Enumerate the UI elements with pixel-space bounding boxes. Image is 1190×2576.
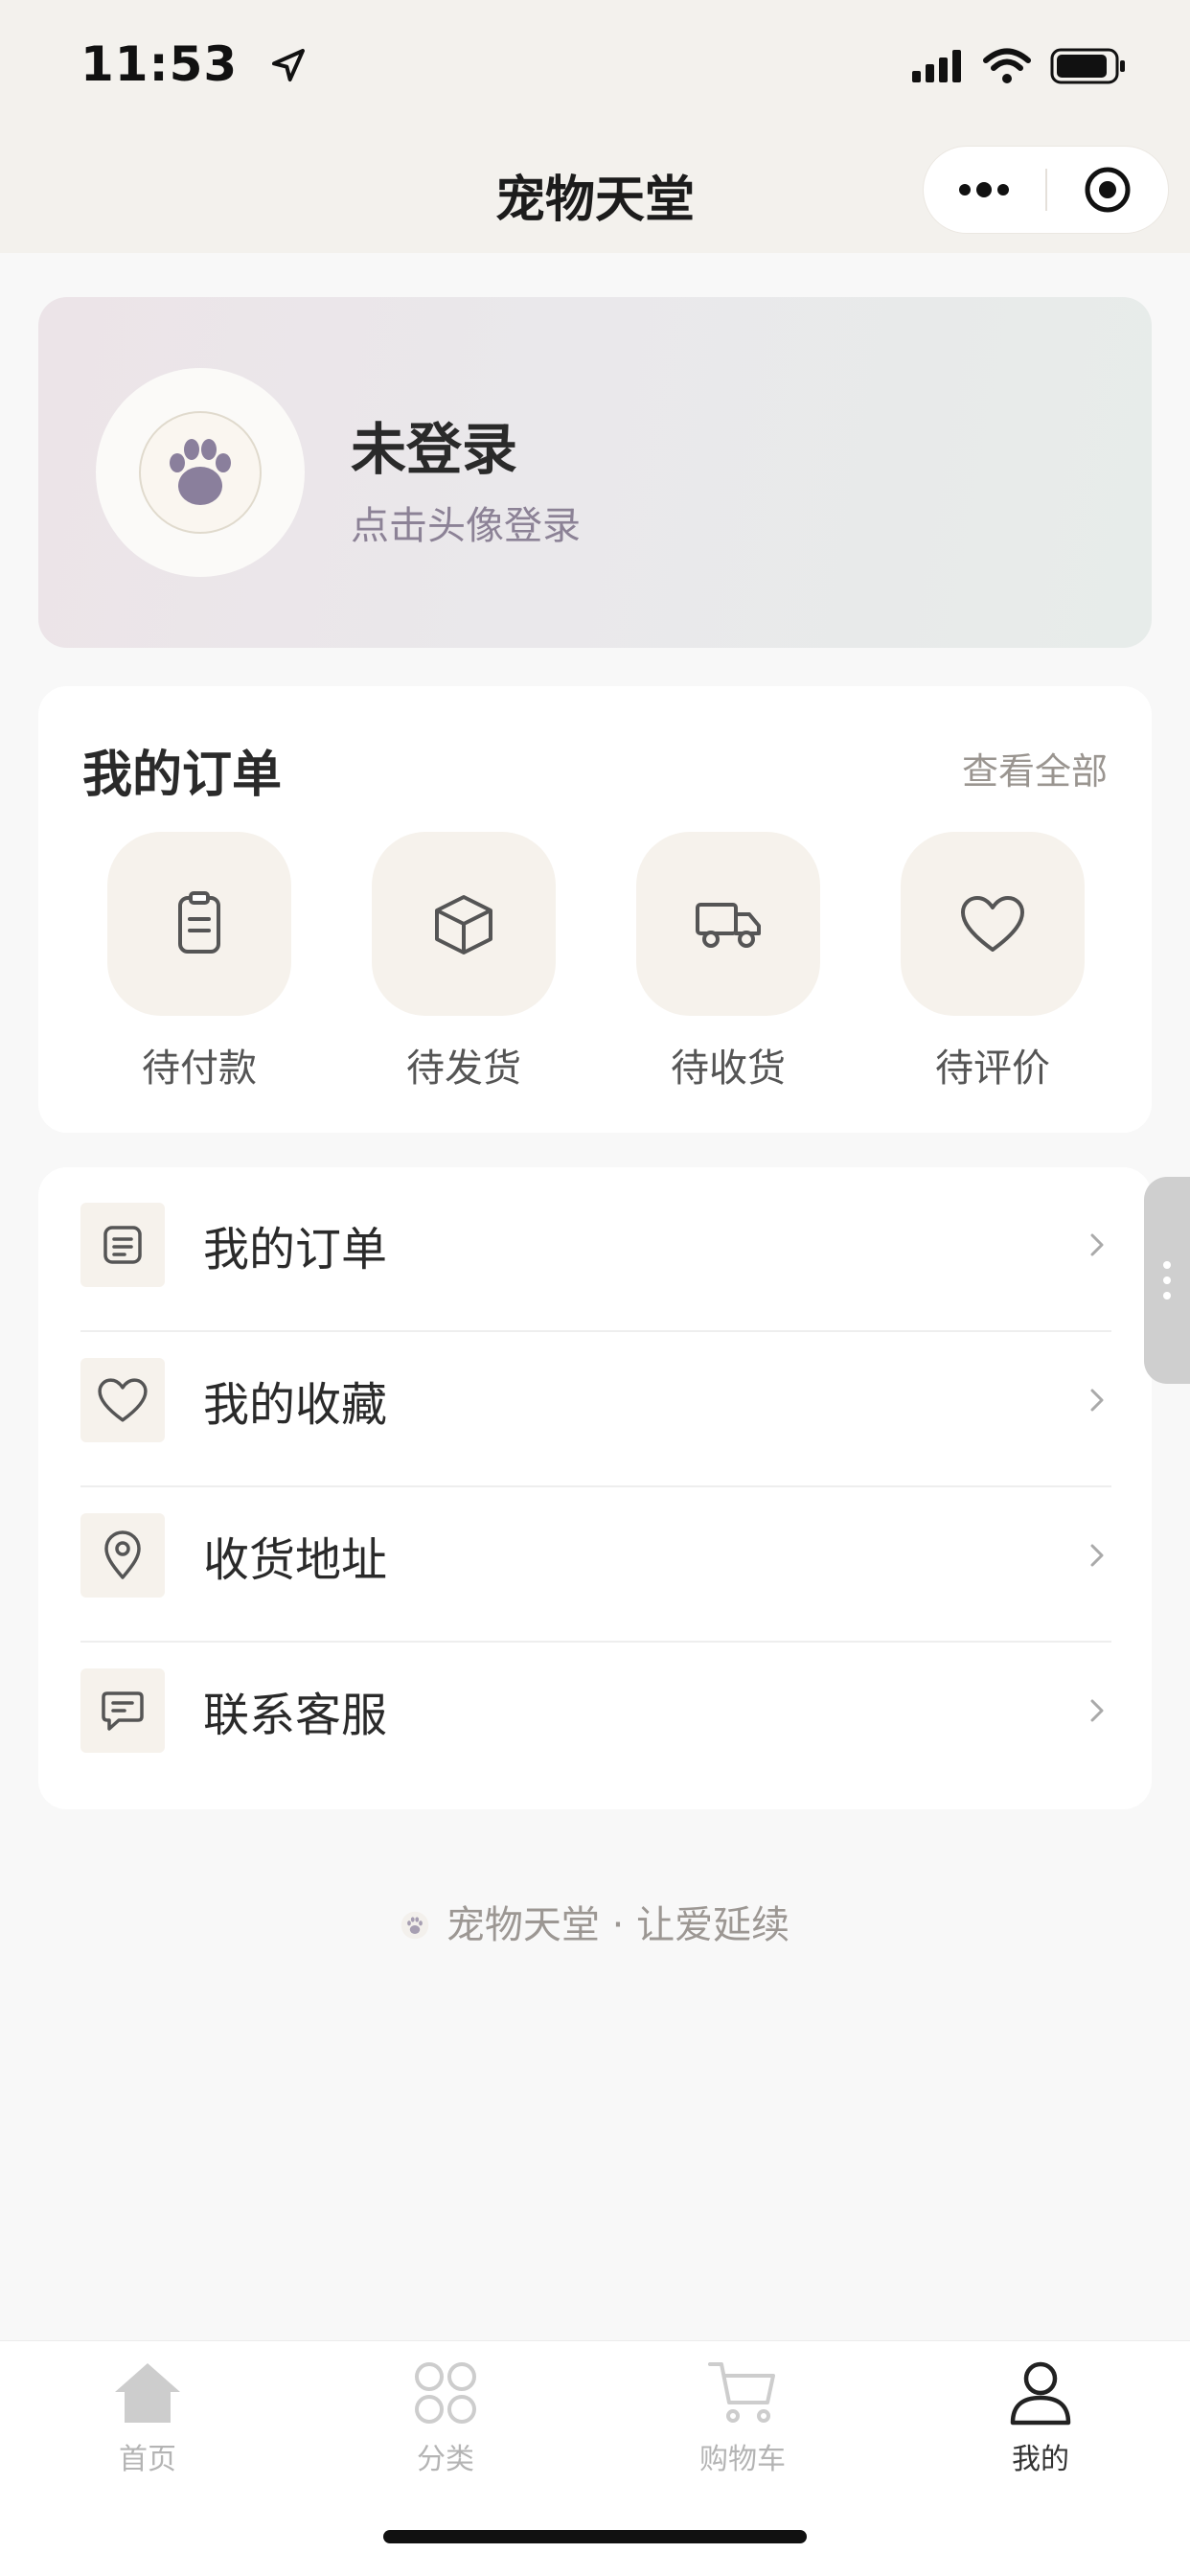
heart-icon [98, 1378, 148, 1422]
chevron-right-icon [1083, 1696, 1111, 1725]
menu-item-label: 我的收藏 [203, 1378, 388, 1432]
order-status-pending-payment[interactable]: 待付款 [107, 832, 291, 1092]
home-icon [109, 2355, 186, 2431]
floating-side-handle[interactable] [1144, 1177, 1190, 1384]
person-icon [1002, 2355, 1079, 2431]
order-icon-bg [372, 832, 556, 1016]
box-icon [435, 895, 492, 954]
avatar[interactable] [96, 368, 305, 577]
paw-small-icon [400, 1911, 429, 1940]
avatar-inner [139, 411, 262, 534]
chevron-right-icon [1083, 1541, 1111, 1570]
top-bar: 11:53 宠物天堂 [0, 0, 1190, 253]
footer-slogan: 宠物天堂 · 让爱延续 [0, 1894, 1190, 1949]
order-icon-bg [107, 832, 291, 1016]
clipboard-icon [178, 891, 220, 954]
tab-profile[interactable]: 我的 [945, 2355, 1136, 2477]
menu-icon-bg [80, 1668, 165, 1753]
order-status-pending-review[interactable]: 待评价 [901, 832, 1085, 1092]
status-time-text: 11:53 [80, 36, 239, 92]
tab-label: 购物车 [699, 2443, 786, 2476]
mini-program-capsule [923, 146, 1169, 234]
menu-item-label: 收货地址 [203, 1533, 388, 1587]
tab-home[interactable]: 首页 [52, 2355, 243, 2477]
document-icon [103, 1226, 142, 1264]
cart-icon [704, 2355, 781, 2431]
menu-item-label: 联系客服 [203, 1689, 388, 1742]
chevron-right-icon [1083, 1386, 1111, 1414]
heart-icon [961, 896, 1024, 952]
order-icon-bg [636, 832, 820, 1016]
chat-icon [102, 1691, 144, 1731]
chevron-right-icon [1083, 1230, 1111, 1259]
orders-card: 我的订单 查看全部 待付款 待发货 待收货 待评价 [38, 686, 1152, 1133]
order-status-label: 待收货 [671, 1046, 786, 1091]
order-status-label: 待付款 [142, 1046, 257, 1091]
login-hint[interactable]: 点击头像登录 [351, 494, 581, 550]
handle-dot [1163, 1292, 1171, 1300]
target-close-icon [1085, 167, 1131, 213]
order-status-pending-receipt[interactable]: 待收货 [636, 832, 820, 1092]
handle-dot [1163, 1276, 1171, 1284]
order-status-label: 待评价 [935, 1046, 1050, 1091]
order-status-pending-shipment[interactable]: 待发货 [372, 832, 556, 1092]
wifi-icon [983, 48, 1031, 83]
signal-icon [912, 50, 961, 82]
close-miniprogram-button[interactable] [1047, 146, 1169, 234]
tab-label: 分类 [417, 2443, 474, 2476]
paw-icon [170, 439, 231, 505]
tab-category[interactable]: 分类 [350, 2355, 541, 2477]
menu-item-label: 我的订单 [203, 1223, 388, 1276]
tab-cart[interactable]: 购物车 [647, 2355, 838, 2477]
order-icon-bg [901, 832, 1085, 1016]
location-pin-icon [104, 1530, 141, 1579]
orders-title: 我的订单 [82, 747, 283, 804]
menu-icon-bg [80, 1513, 165, 1598]
view-all-orders-link[interactable]: 查看全部 [962, 742, 1108, 794]
menu-item-shipping-address[interactable]: 收货地址 [80, 1478, 1111, 1633]
tab-label: 首页 [119, 2443, 176, 2476]
more-options-button[interactable] [924, 146, 1045, 234]
profile-card: 未登录 点击头像登录 [38, 297, 1152, 648]
footer-slogan-text: 宠物天堂 · 让爱延续 [446, 1903, 790, 1947]
menu-item-my-orders[interactable]: 我的订单 [80, 1167, 1111, 1322]
menu-card: 我的订单 我的收藏 收货地址 联系客服 [38, 1167, 1152, 1809]
truck-icon [696, 903, 761, 948]
more-dots-icon [959, 182, 1010, 197]
menu-icon-bg [80, 1358, 165, 1442]
handle-dot [1163, 1261, 1171, 1269]
profile-name: 未登录 [351, 417, 518, 482]
menu-item-customer-service[interactable]: 联系客服 [80, 1633, 1111, 1788]
order-status-label: 待发货 [406, 1046, 521, 1091]
home-indicator [383, 2530, 807, 2543]
status-icons [912, 42, 1127, 90]
tab-label: 我的 [1012, 2443, 1069, 2476]
menu-item-favorites[interactable]: 我的收藏 [80, 1322, 1111, 1478]
location-arrow-icon [271, 49, 305, 81]
page: 11:53 宠物天堂 未登录 点击头像登录 我的订单 查看全部 待付款 待发货 … [0, 0, 1190, 2576]
status-time: 11:53 [80, 36, 308, 92]
category-icon [407, 2355, 484, 2431]
menu-icon-bg [80, 1203, 165, 1287]
battery-icon [1050, 48, 1125, 84]
